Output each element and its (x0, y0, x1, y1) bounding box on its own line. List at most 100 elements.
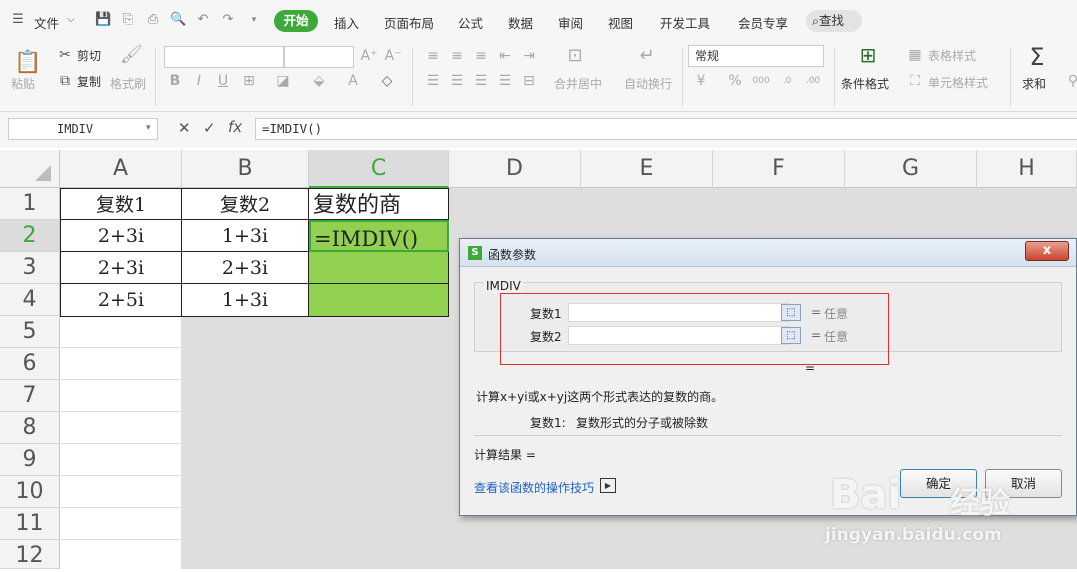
font-shrink-icon[interactable]: A⁻ (384, 47, 402, 65)
column-header-d[interactable]: D (449, 150, 581, 188)
cut-button[interactable]: 剪切 (77, 47, 101, 64)
bold-icon[interactable]: B (166, 72, 184, 90)
confirm-formula-icon[interactable]: ✓ (203, 119, 216, 137)
arg1-range-select-icon[interactable]: ⬚ (781, 304, 801, 321)
align-middle-icon[interactable]: ≡ (448, 47, 466, 65)
row-header-10[interactable]: 10 (0, 476, 60, 508)
cell-style-button[interactable]: 单元格样式 (928, 74, 988, 91)
paste-icon[interactable]: 📋 (14, 50, 41, 76)
save-icon[interactable]: 💾 (95, 12, 111, 28)
print-preview-icon[interactable]: 🔍 (170, 12, 186, 28)
paste-button[interactable]: 粘贴 (11, 75, 35, 92)
arg2-input[interactable] (568, 326, 790, 345)
select-all-corner[interactable] (0, 150, 60, 188)
cell-b4[interactable]: 1+3i (182, 284, 309, 317)
column-header-e[interactable]: E (581, 150, 713, 188)
justify-icon[interactable]: ☰ (496, 72, 514, 90)
increase-decimal-icon[interactable]: .0 (778, 72, 796, 90)
row-header-4[interactable]: 4 (0, 284, 60, 316)
align-left-icon[interactable]: ☰ (424, 72, 442, 90)
tab-developer[interactable]: 开发工具 (660, 13, 710, 32)
cell-c2[interactable]: =IMDIV() (309, 220, 449, 252)
merge-center-button[interactable]: 合并居中 (554, 75, 602, 92)
column-header-h[interactable]: H (977, 150, 1077, 188)
arg1-input[interactable] (568, 303, 790, 322)
tab-view[interactable]: 视图 (608, 13, 633, 32)
column-header-c[interactable]: C (309, 150, 449, 188)
table-style-button[interactable]: 表格样式 (928, 47, 976, 64)
column-header-a[interactable]: A (60, 150, 182, 188)
redo-icon[interactable]: ↷ (220, 12, 236, 28)
italic-icon[interactable]: I (190, 72, 208, 90)
name-box-dropdown-icon[interactable]: ▾ (146, 123, 151, 133)
column-header-g[interactable]: G (845, 150, 977, 188)
print-icon[interactable]: ⎙ (145, 12, 161, 28)
row-header-6[interactable]: 6 (0, 348, 60, 380)
row-header-2[interactable]: 2 (0, 220, 60, 252)
copy-button[interactable]: 复制 (77, 73, 101, 90)
insert-function-icon[interactable]: fx (228, 118, 242, 136)
fill-color-icon[interactable]: ⬙ (310, 72, 328, 90)
column-header-b[interactable]: B (182, 150, 309, 188)
thousands-icon[interactable]: 000 (752, 72, 770, 90)
cell-b1[interactable]: 复数2 (182, 188, 309, 220)
align-center-icon[interactable]: ☰ (448, 72, 466, 90)
cell-c3[interactable] (309, 252, 449, 284)
format-painter-button[interactable]: 格式刷 (110, 75, 146, 92)
tab-member[interactable]: 会员专享 (738, 13, 788, 32)
font-name-select[interactable] (164, 46, 284, 68)
tab-formulas[interactable]: 公式 (458, 13, 483, 32)
percent-icon[interactable]: % (726, 72, 744, 90)
file-menu[interactable]: 文件 (34, 13, 59, 32)
hamburger-icon[interactable]: ☰ (10, 12, 26, 28)
row-header-7[interactable]: 7 (0, 380, 60, 412)
distribute-icon[interactable]: ⊟ (520, 72, 538, 90)
export-icon[interactable]: ⎘ (120, 12, 136, 28)
border-icon[interactable]: ⊞ (240, 72, 258, 90)
tab-review[interactable]: 审阅 (558, 13, 583, 32)
clear-format-icon[interactable]: ◇ (378, 72, 396, 90)
cell-b2[interactable]: 1+3i (182, 220, 309, 252)
indent-increase-icon[interactable]: ⇥ (520, 47, 538, 65)
font-grow-icon[interactable]: A⁺ (360, 47, 378, 65)
name-box[interactable]: IMDIV (8, 118, 158, 140)
decrease-decimal-icon[interactable]: .00 (804, 72, 822, 90)
tab-home[interactable]: 开始 (274, 10, 318, 32)
tab-data[interactable]: 数据 (508, 13, 533, 32)
dialog-titlebar[interactable]: S 函数参数 x (460, 239, 1076, 267)
sum-button[interactable]: 求和 (1022, 75, 1046, 92)
arg2-range-select-icon[interactable]: ⬚ (781, 327, 801, 344)
row-header-12[interactable]: 12 (0, 540, 60, 569)
video-icon[interactable]: ▶ (600, 478, 616, 493)
row-header-9[interactable]: 9 (0, 444, 60, 476)
search-box[interactable]: ⌕查找 (806, 10, 862, 32)
row-header-3[interactable]: 3 (0, 252, 60, 284)
close-button[interactable]: x (1025, 241, 1069, 261)
font-color-icon[interactable]: A (344, 72, 362, 90)
cell-a4[interactable]: 2+5i (60, 284, 182, 317)
align-right-icon[interactable]: ☰ (472, 72, 490, 90)
cell-c4[interactable] (309, 284, 449, 317)
cell-a3[interactable]: 2+3i (60, 252, 182, 284)
underline-icon[interactable]: U (214, 72, 232, 90)
indent-decrease-icon[interactable]: ⇤ (496, 47, 514, 65)
cell-a2[interactable]: 2+3i (60, 220, 182, 252)
row-header-8[interactable]: 8 (0, 412, 60, 444)
undo-icon[interactable]: ↶ (195, 12, 211, 28)
cell-c1[interactable]: 复数的商 (309, 188, 449, 220)
row-header-5[interactable]: 5 (0, 316, 60, 348)
align-bottom-icon[interactable]: ≡ (472, 47, 490, 65)
tab-insert[interactable]: 插入 (334, 13, 359, 32)
number-format-select[interactable]: 常规 (688, 45, 824, 67)
currency-icon[interactable]: ¥ (692, 72, 710, 90)
cell-shading-icon[interactable]: ◪ (274, 72, 292, 90)
row-header-1[interactable]: 1 (0, 188, 60, 220)
function-tips-link[interactable]: 查看该函数的操作技巧 (474, 479, 594, 496)
wrap-text-button[interactable]: 自动换行 (624, 75, 672, 92)
formula-input[interactable]: =IMDIV() (255, 118, 1077, 140)
row-header-11[interactable]: 11 (0, 508, 60, 540)
tab-page-layout[interactable]: 页面布局 (384, 13, 434, 32)
filter-icon[interactable]: ⚲ (1064, 72, 1077, 90)
cell-a1[interactable]: 复数1 (60, 188, 182, 220)
chevron-down-icon[interactable]: ⌵ (63, 12, 79, 28)
